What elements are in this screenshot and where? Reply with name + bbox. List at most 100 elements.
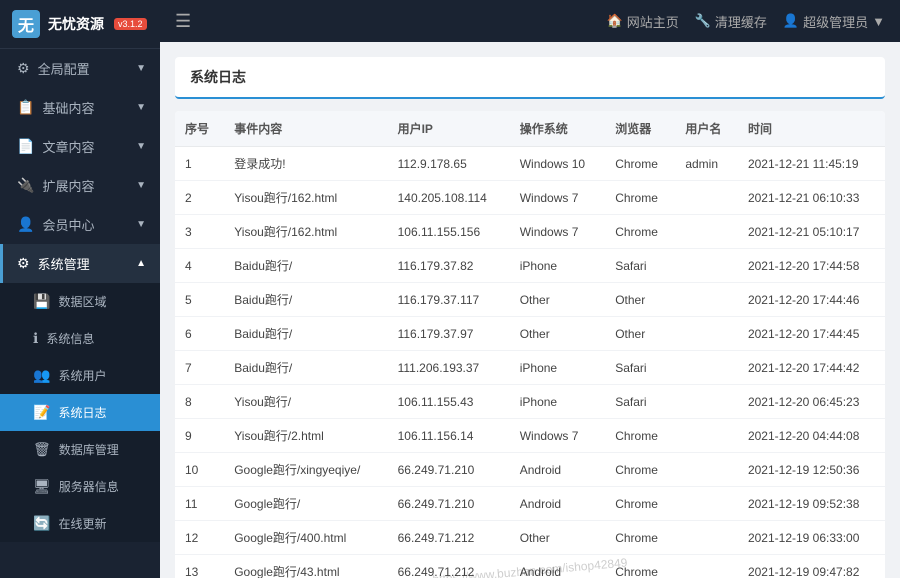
menu-label: 文章内容 (42, 137, 94, 156)
chevron-icon: ▼ (136, 63, 146, 74)
table-cell (675, 453, 738, 487)
table-header: 序号 事件内容 用户IP 操作系统 浏览器 用户名 时间 (175, 111, 885, 147)
sidebar-logo: 无 无忧资源 v3.1.2 (0, 0, 160, 49)
table-cell (675, 181, 738, 215)
table-cell (675, 317, 738, 351)
table-cell: 2 (175, 181, 224, 215)
table-cell: 2021-12-21 11:45:19 (738, 147, 885, 181)
sidebar-item-all-settings[interactable]: ⚙ 全局配置 ▼ (0, 49, 160, 88)
table-cell (675, 283, 738, 317)
submenu-label: 数据区域 (58, 293, 106, 310)
chevron-up-icon: ▲ (136, 258, 146, 269)
table-cell: 10 (175, 453, 224, 487)
menu-label: 基础内容 (42, 98, 94, 117)
home-icon: 🏠 (607, 13, 623, 29)
home-link[interactable]: 🏠 网站主页 (607, 12, 679, 31)
sidebar-item-online-update[interactable]: 🔄 在线更新 (0, 505, 160, 542)
cache-icon: 🔧 (695, 13, 711, 29)
table-cell: Baidu跑行/ (224, 317, 387, 351)
table-cell: 66.249.71.210 (388, 487, 510, 521)
system-submenu: 💾 数据区域 ℹ 系统信息 👥 系统用户 📝 系统日志 🗑 数据库管理 🖥 服务… (0, 283, 160, 542)
table-cell: 8 (175, 385, 224, 419)
admin-link[interactable]: 👤 超级管理员 ▼ (783, 12, 885, 31)
log-icon: 📝 (33, 404, 50, 421)
dropdown-icon: ▼ (872, 14, 885, 29)
menu-label: 系统管理 (38, 254, 90, 273)
table-cell: iPhone (510, 249, 605, 283)
table-cell: Chrome (605, 453, 675, 487)
extended-icon: 🔌 (17, 177, 34, 194)
table-cell: Chrome (605, 147, 675, 181)
table-cell: Google跑行/ (224, 487, 387, 521)
table-cell: 2021-12-20 17:44:58 (738, 249, 885, 283)
db-icon: 🗑 (33, 441, 51, 458)
table-cell: admin (675, 147, 738, 181)
page-title: 系统日志 (190, 67, 870, 87)
table-cell (675, 487, 738, 521)
update-icon: 🔄 (33, 515, 50, 532)
submenu-label: 数据库管理 (59, 441, 119, 458)
table-cell: Yisou跑行/2.html (224, 419, 387, 453)
table-cell (675, 215, 738, 249)
table-cell: Chrome (605, 419, 675, 453)
log-table: 序号 事件内容 用户IP 操作系统 浏览器 用户名 时间 1登录成功!112.9… (175, 111, 885, 578)
table-row: 2Yisou跑行/162.html140.205.108.114Windows … (175, 181, 885, 215)
settings-icon: ⚙ (17, 60, 30, 77)
sidebar-item-system-management[interactable]: ⚙ 系统管理 ▲ (0, 244, 160, 283)
sidebar-item-db-management[interactable]: 🗑 数据库管理 (0, 431, 160, 468)
col-event: 事件内容 (224, 111, 387, 147)
table-cell: 9 (175, 419, 224, 453)
sidebar-item-member-center[interactable]: 👤 会员中心 ▼ (0, 205, 160, 244)
logo-icon: 无 (12, 10, 40, 38)
log-table-container: 序号 事件内容 用户IP 操作系统 浏览器 用户名 时间 1登录成功!112.9… (175, 111, 885, 578)
sidebar-item-system-log[interactable]: 📝 系统日志 (0, 394, 160, 431)
table-cell: 登录成功! (224, 147, 387, 181)
sidebar-item-article-content[interactable]: 📄 文章内容 ▼ (0, 127, 160, 166)
table-cell: 106.11.155.156 (388, 215, 510, 249)
chevron-icon: ▼ (136, 219, 146, 230)
page-title-bar: 系统日志 (175, 57, 885, 99)
table-row: 5Baidu跑行/116.179.37.117OtherOther2021-12… (175, 283, 885, 317)
table-cell: 66.249.71.212 (388, 555, 510, 578)
topbar-right: 🏠 网站主页 🔧 清理缓存 👤 超级管理员 ▼ (607, 12, 885, 31)
table-cell: 13 (175, 555, 224, 578)
table-cell: Safari (605, 385, 675, 419)
table-cell: 140.205.108.114 (388, 181, 510, 215)
hamburger-icon[interactable]: ☰ (175, 11, 191, 32)
col-os: 操作系统 (510, 111, 605, 147)
table-cell: Yisou跑行/162.html (224, 181, 387, 215)
table-cell: Other (605, 317, 675, 351)
sidebar-item-server-info[interactable]: 🖥 服务器信息 (0, 468, 160, 505)
table-cell: 116.179.37.82 (388, 249, 510, 283)
sidebar-item-system-user[interactable]: 👥 系统用户 (0, 357, 160, 394)
table-cell: Chrome (605, 555, 675, 578)
table-cell: iPhone (510, 385, 605, 419)
table-cell: Windows 7 (510, 419, 605, 453)
table-cell: Windows 7 (510, 181, 605, 215)
logo-text: 无忧资源 (48, 14, 104, 34)
table-cell: Safari (605, 249, 675, 283)
table-cell: Baidu跑行/ (224, 249, 387, 283)
table-row: 13Google跑行/43.html66.249.71.212AndroidCh… (175, 555, 885, 578)
table-cell: 3 (175, 215, 224, 249)
table-cell: 7 (175, 351, 224, 385)
data-icon: 💾 (33, 293, 50, 310)
menu-label: 全局配置 (38, 59, 90, 78)
table-cell: Chrome (605, 181, 675, 215)
system-icon: ⚙ (17, 255, 30, 272)
table-row: 11Google跑行/66.249.71.210AndroidChrome202… (175, 487, 885, 521)
sidebar-item-extended-content[interactable]: 🔌 扩展内容 ▼ (0, 166, 160, 205)
table-cell: 4 (175, 249, 224, 283)
table-row: 3Yisou跑行/162.html106.11.155.156Windows 7… (175, 215, 885, 249)
table-cell: Safari (605, 351, 675, 385)
admin-label: 超级管理员 (803, 12, 868, 31)
table-cell: 66.249.71.210 (388, 453, 510, 487)
table-cell: Android (510, 555, 605, 578)
table-cell: 66.249.71.212 (388, 521, 510, 555)
sidebar-item-system-info[interactable]: ℹ 系统信息 (0, 320, 160, 357)
table-cell: 2021-12-19 09:52:38 (738, 487, 885, 521)
sidebar-item-basic-content[interactable]: 📋 基础内容 ▼ (0, 88, 160, 127)
table-cell: 2021-12-21 05:10:17 (738, 215, 885, 249)
cache-link[interactable]: 🔧 清理缓存 (695, 12, 767, 31)
sidebar-item-data-zone[interactable]: 💾 数据区域 (0, 283, 160, 320)
